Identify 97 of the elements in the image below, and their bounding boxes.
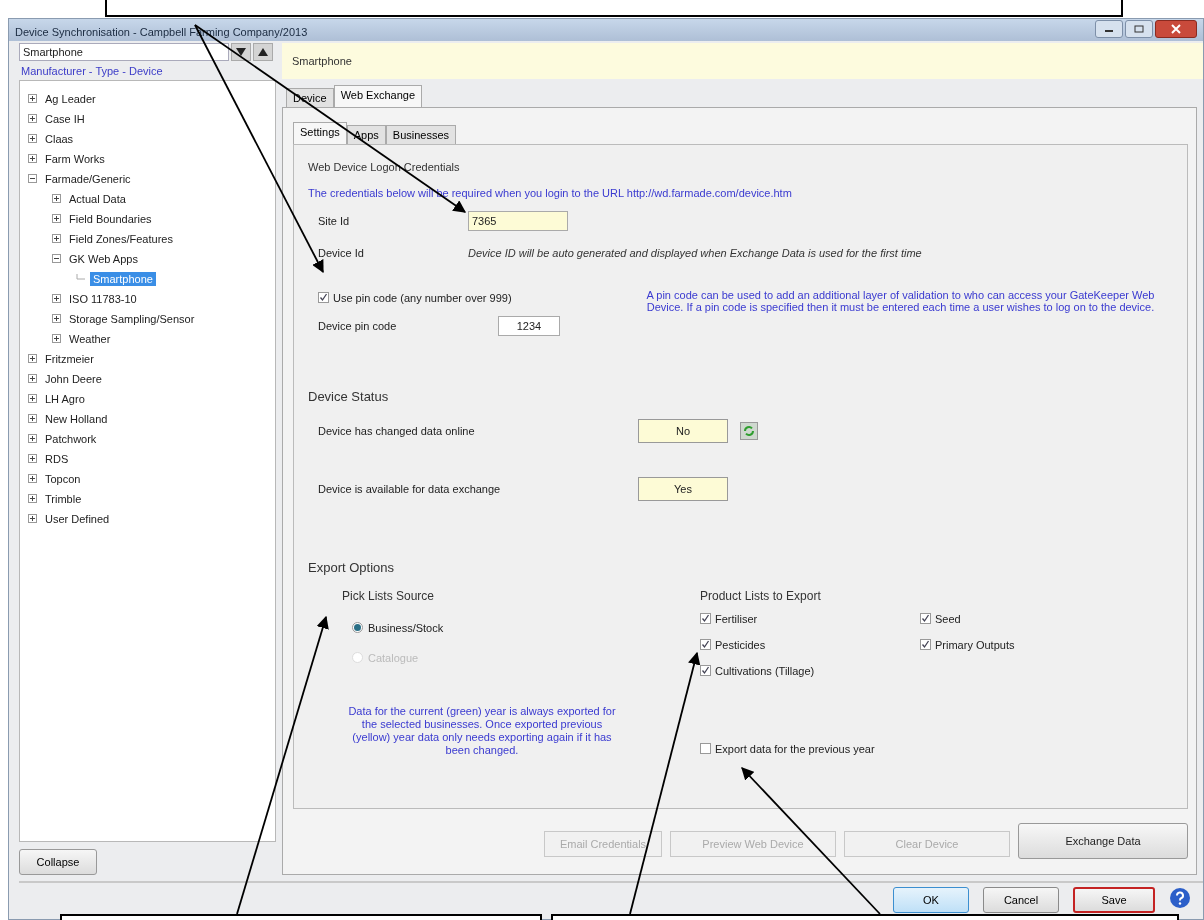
expand-icon[interactable]: [28, 414, 37, 424]
expand-icon[interactable]: [28, 454, 37, 464]
section-title: Export Options: [308, 559, 395, 575]
checkbox[interactable]: [700, 639, 711, 651]
group-title: Pick Lists Source: [342, 588, 436, 603]
checkbox[interactable]: [920, 639, 931, 651]
refresh-icon[interactable]: [740, 421, 758, 440]
expand-icon[interactable]: [28, 394, 37, 404]
expand-icon[interactable]: [28, 94, 37, 104]
tree-item[interactable]: Topcon: [42, 471, 84, 486]
expand-icon[interactable]: [52, 214, 61, 224]
expand-icon[interactable]: [28, 434, 37, 444]
move-up-button[interactable]: [253, 42, 273, 61]
device-id-note: Device ID will be auto generated and displayed when Exchange Data is used for the first time: [468, 246, 923, 259]
field-label: Device Id: [318, 246, 365, 259]
export-note: Data for the current (green) year is always exported for the selected businesses. Once exported previous (yellow) year data only needs exporting again if it has been changed.: [347, 704, 617, 757]
radio-label: Business/Stock: [368, 621, 444, 634]
field-label: Site Id: [318, 214, 351, 227]
checkbox-label: Use pin code (any number over 999): [333, 291, 512, 304]
down-triangle-icon: [236, 47, 246, 56]
tree-item[interactable]: User Defined: [42, 511, 113, 526]
device-header: Smartphone: [282, 42, 1203, 79]
credentials-note: The credentials below will be required when you login to the URL http://wd.farmade.com/device.htm: [308, 186, 793, 199]
status-value: No: [638, 418, 728, 443]
up-triangle-icon: [258, 47, 268, 56]
collapse-icon[interactable]: [52, 254, 61, 264]
tree-item[interactable]: Field Boundaries: [66, 211, 155, 226]
checkbox[interactable]: [700, 743, 711, 755]
dialog-button[interactable]: Cancel: [983, 886, 1059, 913]
tree-item[interactable]: Field Zones/Features: [66, 231, 176, 246]
expand-icon[interactable]: [52, 314, 61, 324]
tree-item[interactable]: ISO 11783-10: [66, 291, 140, 306]
checkbox-label: Export data for the previous year: [715, 742, 875, 755]
status-label: Device is available for data exchange: [318, 482, 502, 495]
expand-icon[interactable]: [28, 374, 37, 384]
tree-item[interactable]: Weather: [66, 331, 114, 346]
expand-icon[interactable]: [52, 234, 61, 244]
tab[interactable]: Web Exchange: [333, 84, 423, 107]
device-combo[interactable]: Smartphone: [19, 42, 229, 61]
tree-item[interactable]: Claas: [42, 131, 77, 146]
checkbox[interactable]: [700, 665, 711, 677]
pin-code-note: A pin code can be used to add an additional layer of validation to who can access your GateKeeper Web Device. If a pin code is specified then it must be entered each time a user wishes to log on to the device.: [645, 288, 1156, 315]
section-title: Device Status: [308, 388, 390, 404]
tree-item[interactable]: LH Agro: [42, 391, 88, 406]
tree-heading: Manufacturer - Type - Device: [21, 64, 164, 77]
expand-icon[interactable]: [28, 474, 37, 484]
tab[interactable]: Settings: [293, 121, 347, 144]
collapse-icon[interactable]: [28, 174, 37, 184]
checkbox[interactable]: [700, 613, 711, 625]
expand-icon[interactable]: [52, 334, 61, 344]
checkbox-label: Pesticides: [715, 638, 766, 651]
tree-item[interactable]: Case IH: [42, 111, 88, 126]
field-label: Device pin code: [318, 319, 398, 332]
tab[interactable]: Businesses: [385, 124, 457, 144]
checkbox-label: Cultivations (Tillage): [715, 664, 815, 677]
tree-item[interactable]: Fritzmeier: [42, 351, 97, 366]
expand-icon[interactable]: [52, 194, 61, 204]
checkbox-label: Seed: [935, 612, 961, 625]
tree-item[interactable]: Patchwork: [42, 431, 100, 446]
tree-item[interactable]: Farmade/Generic: [42, 171, 134, 186]
site-id-field[interactable]: 7365: [468, 210, 568, 231]
checkbox-label: Fertiliser: [715, 612, 758, 625]
section-title: Web Device Logon Credentials: [308, 160, 461, 173]
expand-icon[interactable]: [28, 354, 37, 364]
dialog-button[interactable]: OK: [893, 886, 969, 913]
close-icon: [1171, 23, 1181, 34]
tree-item[interactable]: Actual Data: [66, 191, 129, 206]
checkbox-label: Primary Outputs: [935, 638, 1015, 651]
tree-item[interactable]: Ag Leader: [42, 91, 99, 106]
dialog-button[interactable]: Save: [1073, 886, 1155, 913]
tree-item[interactable]: GK Web Apps: [66, 251, 141, 266]
minimize-button[interactable]: [1095, 19, 1123, 38]
expand-icon[interactable]: [28, 134, 37, 144]
radio-button[interactable]: [352, 622, 363, 634]
close-button[interactable]: [1155, 19, 1197, 38]
action-button[interactable]: Exchange Data: [1018, 822, 1188, 859]
tree-item[interactable]: John Deere: [42, 371, 105, 386]
tree-item[interactable]: RDS: [42, 451, 72, 466]
status-value: Yes: [638, 476, 728, 501]
expand-icon[interactable]: [52, 294, 61, 304]
checkbox[interactable]: [920, 613, 931, 625]
expand-icon[interactable]: [28, 494, 37, 504]
move-down-button[interactable]: [231, 42, 251, 61]
maximize-icon: [1134, 24, 1144, 33]
collapse-button[interactable]: Collapse: [19, 848, 97, 875]
tree-item[interactable]: New Holland: [42, 411, 111, 426]
help-icon[interactable]: [1169, 886, 1191, 909]
expand-icon[interactable]: [28, 114, 37, 124]
pin-code-field[interactable]: 1234: [498, 315, 560, 336]
expand-icon[interactable]: [28, 154, 37, 164]
tree-item[interactable]: Trimble: [42, 491, 85, 506]
checkbox[interactable]: [318, 292, 329, 304]
group-title: Product Lists to Export: [700, 588, 822, 603]
status-label: Device has changed data online: [318, 424, 476, 437]
expand-icon[interactable]: [28, 514, 37, 524]
tree-item[interactable]: Storage Sampling/Sensor: [66, 311, 198, 326]
tree-item[interactable]: Farm Works: [42, 151, 108, 166]
